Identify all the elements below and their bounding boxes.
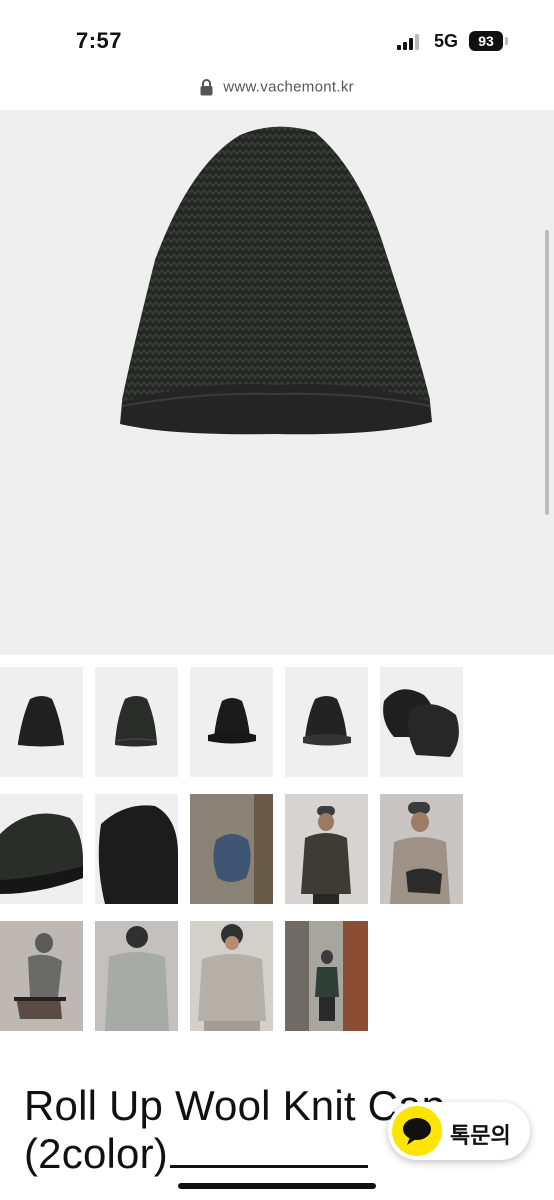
thumbnail-3[interactable] (190, 667, 273, 777)
product-title-line-2: (2color) (24, 1130, 168, 1177)
thumbnail-8[interactable] (190, 794, 273, 904)
kakao-chat-button[interactable]: 톡문의 (388, 1102, 530, 1160)
thumbnail-1[interactable] (0, 667, 83, 777)
product-title-line-1: Roll Up Wool Knit Cap (24, 1082, 446, 1129)
network-type: 5G (434, 31, 459, 51)
thumbnail-12[interactable] (95, 921, 178, 1031)
title-underline (169, 1165, 368, 1168)
battery-cap-icon (505, 37, 508, 45)
url-bar[interactable]: www.vachemont.kr (0, 78, 554, 110)
thumbnail-6[interactable] (0, 794, 83, 904)
thumbnail-13[interactable] (190, 921, 273, 1031)
thumbnail-5[interactable] (380, 667, 463, 777)
thumbnail-11[interactable] (0, 921, 83, 1031)
product-main-image[interactable] (0, 110, 554, 655)
product-title: Roll Up Wool Knit Cap (2color) (24, 1082, 445, 1178)
chat-button-label: 톡문의 (450, 1124, 511, 1149)
thumbnail-7[interactable] (95, 794, 178, 904)
thumbnail-4[interactable] (285, 667, 368, 777)
status-bar: 7:57 5G 93 (0, 0, 554, 78)
status-time: 7:57 (76, 28, 123, 53)
thumbnail-2[interactable] (95, 667, 178, 777)
lock-icon (200, 78, 213, 96)
thumbnail-14[interactable] (285, 921, 368, 1031)
url-text: www.vachemont.kr (223, 78, 354, 96)
signal-icon (397, 34, 419, 50)
battery-level: 93 (469, 31, 503, 51)
thumbnail-9[interactable] (285, 794, 368, 904)
chat-bubble-icon (392, 1106, 442, 1156)
home-indicator[interactable] (178, 1183, 376, 1189)
hero-scrollbar[interactable] (545, 230, 549, 515)
beanie-image (120, 126, 432, 435)
thumbnail-10[interactable] (380, 794, 463, 904)
